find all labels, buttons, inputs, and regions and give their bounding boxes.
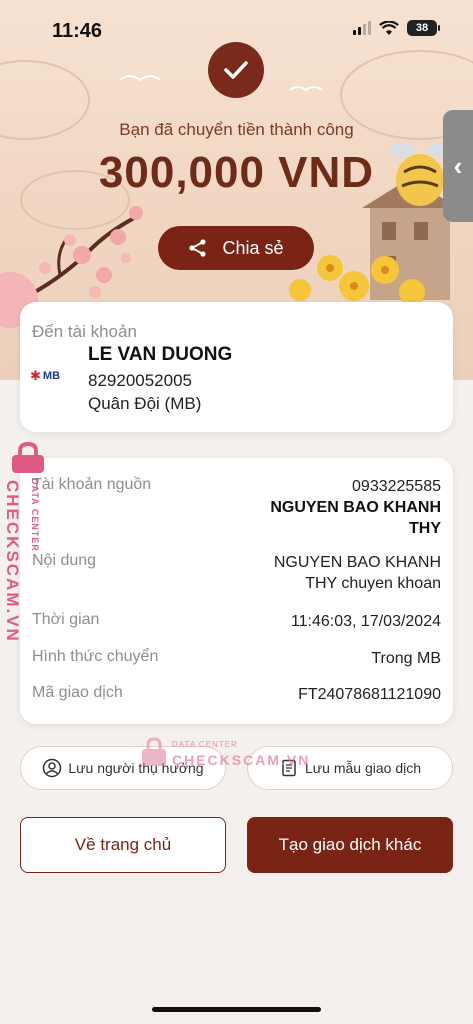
save-template-label: Lưu mẫu giao dịch bbox=[305, 760, 421, 776]
share-button-label: Chia sẻ bbox=[222, 237, 284, 258]
content-value: NGUYEN BAO KHANH THY chuyen khoan bbox=[273, 554, 441, 592]
status-time: 11:46 bbox=[52, 20, 103, 42]
data-center-watermark-2: DATA CENTER bbox=[172, 740, 238, 749]
content-label: Nội dung bbox=[32, 552, 97, 569]
home-button[interactable]: Về trang chủ bbox=[20, 817, 226, 873]
transaction-id-row: Mã giao dịch FT24078681121090 bbox=[32, 684, 441, 706]
share-button[interactable]: Chia sẻ bbox=[158, 226, 314, 270]
transaction-id-label: Mã giao dịch bbox=[32, 684, 123, 701]
transfer-amount: 300,000 VND bbox=[98, 148, 375, 197]
recipient-name: LE VAN DUONG bbox=[88, 344, 233, 365]
checkscam-watermark-2: CHECKSCAM.VN bbox=[172, 752, 311, 768]
status-icons: 38 bbox=[353, 20, 440, 36]
data-center-watermark: DATA CENTER bbox=[30, 478, 40, 552]
recipient-bank: Quân Đội (MB) bbox=[88, 394, 202, 413]
success-check-icon bbox=[208, 42, 264, 98]
time-label: Thời gian bbox=[32, 611, 100, 628]
share-icon bbox=[189, 239, 207, 257]
source-account-row: Tài khoản nguồn 0933225585 NGUYEN BAO KH… bbox=[32, 476, 441, 538]
time-row: Thời gian 11:46:03, 17/03/2024 bbox=[32, 611, 441, 633]
recipient-label: Đến tài khoản bbox=[32, 322, 137, 341]
lock-watermark-icon bbox=[142, 737, 166, 766]
transaction-id-value: FT24078681121090 bbox=[298, 686, 441, 703]
checkscam-watermark: CHECKSCAM.VN bbox=[3, 480, 22, 643]
new-transaction-button[interactable]: Tạo giao dịch khác bbox=[247, 817, 453, 873]
method-row: Hình thức chuyển Trong MB bbox=[32, 648, 441, 670]
recipient-account: 82920052005 bbox=[88, 371, 193, 390]
recipient-card: Đến tài khoản ✱ MB LE VAN DUONG 82920052… bbox=[20, 302, 453, 432]
source-account-name: NGUYEN BAO KHANH THY bbox=[270, 499, 441, 537]
chevron-left-icon: ‹ bbox=[453, 150, 463, 181]
wifi-icon bbox=[379, 20, 399, 35]
success-message: Bạn đã chuyển tiền thành công bbox=[119, 120, 354, 139]
home-indicator bbox=[152, 1007, 321, 1012]
transaction-details-card: Tài khoản nguồn 0933225585 NGUYEN BAO KH… bbox=[20, 458, 453, 724]
content-row: Nội dung NGUYEN BAO KHANH THY chuyen kho… bbox=[32, 552, 441, 596]
time-value: 11:46:03, 17/03/2024 bbox=[290, 613, 441, 630]
source-account-number: 0933225585 bbox=[352, 478, 441, 495]
lock-watermark-icon bbox=[12, 442, 44, 473]
side-panel-toggle[interactable]: ‹ bbox=[443, 110, 473, 222]
mb-bank-logo: ✱ MB bbox=[30, 368, 61, 383]
source-account-label: Tài khoản nguồn bbox=[32, 476, 152, 493]
method-value: Trong MB bbox=[371, 650, 441, 667]
cellular-signal-icon bbox=[353, 21, 371, 35]
method-label: Hình thức chuyển bbox=[32, 648, 159, 665]
battery-icon: 38 bbox=[407, 20, 440, 36]
star-icon: ✱ bbox=[30, 368, 41, 383]
user-icon bbox=[43, 758, 62, 778]
